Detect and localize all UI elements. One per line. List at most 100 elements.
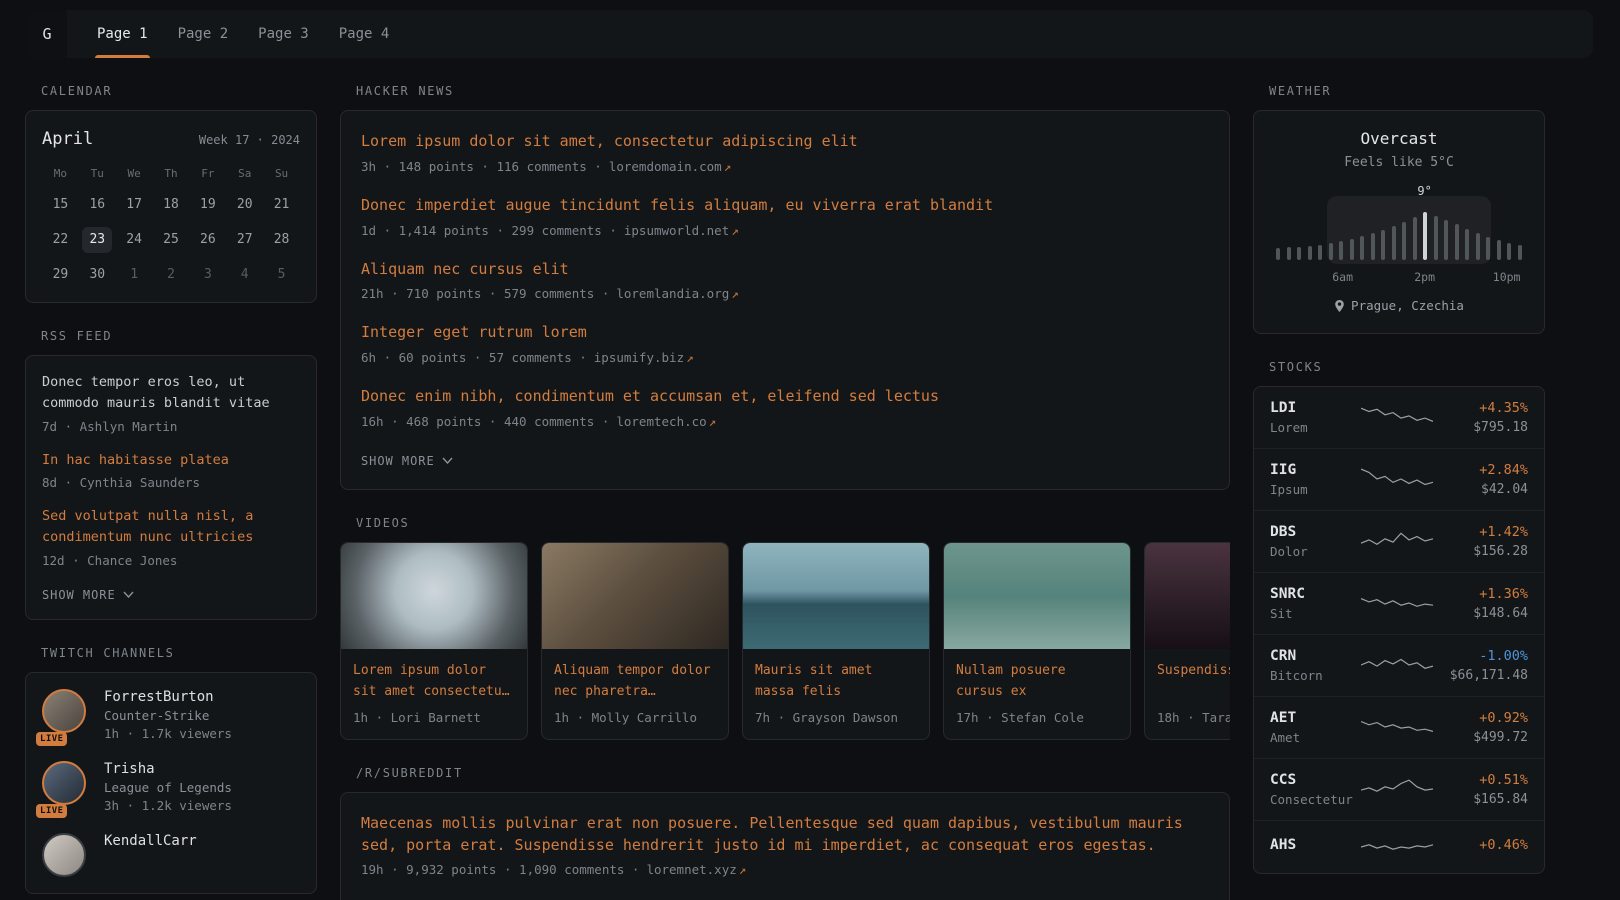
story-meta: 3h · 148 points · 116 comments · loremdom… (361, 159, 1209, 174)
weather-bar (1455, 224, 1459, 260)
post-headline-link[interactable]: Maecenas mollis pulvinar erat non posuer… (361, 813, 1209, 857)
story-domain-link[interactable]: ipsumify.biz↗ (594, 350, 694, 365)
stock-row: CRNBitcorn -1.00%$66,171.48 (1254, 634, 1544, 696)
twitch-channel-link[interactable]: LIVE Trisha League of Legends 3h · 1.2k … (42, 761, 300, 813)
post-domain-link[interactable]: loremnet.xyz↗ (646, 862, 746, 877)
video-title: Nullam posuere cursus ex (944, 649, 1130, 703)
rss-show-more-button[interactable]: SHOW MORE (42, 588, 134, 602)
story-item: Donec imperdiet augue tincidunt felis al… (361, 195, 1209, 238)
rss-item-meta: 8d · Cynthia Saunders (42, 475, 300, 490)
story-headline-link[interactable]: Lorem ipsum dolor sit amet, consectetur … (361, 131, 1209, 153)
video-card-link[interactable]: Lorem ipsum dolor sit amet consectetu… 1… (340, 542, 528, 740)
stock-change: +1.36% (1436, 586, 1528, 602)
calendar-day: 20 (226, 192, 263, 218)
weather-bar (1423, 212, 1427, 260)
stock-row: CCSConsectetur +0.51%$165.84 (1254, 758, 1544, 820)
weather-bar (1465, 229, 1469, 260)
hacker-news-show-more-button[interactable]: SHOW MORE (361, 454, 453, 468)
story-domain-link[interactable]: ipsumworld.net↗ (624, 223, 739, 238)
channel-name: ForrestBurton (104, 689, 232, 705)
story-headline-link[interactable]: Aliquam nec cursus elit (361, 259, 1209, 281)
external-link-icon: ↗ (731, 286, 739, 301)
video-meta: 1h · Molly Carrillo (542, 703, 728, 739)
weather-time-label: 10pm (1493, 270, 1521, 284)
day-header: Mo (42, 165, 79, 183)
header: G Page 1 Page 2 Page 3 Page 4 (27, 10, 1593, 58)
calendar-day: 24 (116, 227, 153, 253)
stock-symbol: IIG (1270, 462, 1358, 478)
stock-symbol: DBS (1270, 524, 1358, 540)
calendar-day: 15 (42, 192, 79, 218)
home-logo[interactable]: G (27, 10, 67, 58)
stock-name: Dolor (1270, 544, 1358, 559)
channel-game: League of Legends (104, 780, 232, 795)
video-thumbnail (542, 543, 728, 649)
video-card-link[interactable]: Aliquam tempor dolor nec pharetra… 1h · … (541, 542, 729, 740)
weather-feels-like: Feels like 5°C (1270, 155, 1528, 170)
channel-avatar-wrap: LIVE (42, 689, 90, 741)
weather-bar (1276, 248, 1280, 260)
hacker-news-section-title: HACKER NEWS (340, 84, 1230, 98)
story-domain-link[interactable]: loremlandia.org↗ (616, 286, 738, 301)
calendar-day: 29 (42, 262, 79, 288)
twitch-channel-link[interactable]: KendallCarr (42, 833, 300, 877)
live-badge: LIVE (36, 804, 67, 818)
show-more-label: SHOW MORE (361, 454, 435, 468)
story-meta-text: 3h · 148 points · 116 comments · (361, 159, 602, 174)
video-card-link[interactable]: Nullam posuere cursus ex 17h · Stefan Co… (943, 542, 1131, 740)
video-card-link[interactable]: Suspendisse diam 18h · Tara (1144, 542, 1230, 740)
video-thumbnail (944, 543, 1130, 649)
story-item: Donec enim nibh, condimentum et accumsan… (361, 386, 1209, 429)
rss-headline-link[interactable]: Sed volutpat nulla nisl, a condimentum n… (42, 506, 300, 549)
rss-headline-link[interactable]: In hac habitasse platea (42, 450, 300, 471)
stock-price: $156.28 (1436, 544, 1528, 559)
weather-bar (1486, 237, 1490, 260)
story-item: Aliquam nec cursus elit 21h · 710 points… (361, 259, 1209, 302)
story-domain: ipsumworld.net (624, 223, 729, 238)
stock-sparkline (1361, 528, 1433, 554)
day-header: Su (263, 165, 300, 183)
stock-symbol: SNRC (1270, 586, 1358, 602)
calendar-day: 18 (153, 192, 190, 218)
tab-page-4[interactable]: Page 4 (337, 10, 392, 58)
story-meta: 21h · 710 points · 579 comments ·loremla… (361, 286, 1209, 301)
tab-bar: Page 1 Page 2 Page 3 Page 4 (95, 10, 391, 58)
location-pin-icon (1334, 299, 1345, 313)
videos-row: Lorem ipsum dolor sit amet consectetu… 1… (340, 542, 1230, 740)
tab-page-2[interactable]: Page 2 (176, 10, 231, 58)
calendar-week-label: Week 17 · 2024 (199, 133, 300, 147)
story-headline-link[interactable]: Donec enim nibh, condimentum et accumsan… (361, 386, 1209, 408)
tab-page-3[interactable]: Page 3 (256, 10, 311, 58)
stock-sparkline (1361, 714, 1433, 740)
weather-location: Prague, Czechia (1334, 298, 1464, 313)
calendar-day-next-month: 4 (226, 262, 263, 288)
story-headline-link[interactable]: Donec imperdiet augue tincidunt felis al… (361, 195, 1209, 217)
channel-avatar (42, 689, 86, 733)
calendar-day: 27 (226, 227, 263, 253)
weather-condition: Overcast (1270, 129, 1528, 148)
middle-column: HACKER NEWS Lorem ipsum dolor sit amet, … (340, 84, 1230, 900)
video-meta: 17h · Stefan Cole (944, 703, 1130, 739)
stock-sparkline (1361, 652, 1433, 678)
calendar-day: 28 (263, 227, 300, 253)
stock-price: $148.64 (1436, 606, 1528, 621)
stock-sparkline (1361, 776, 1433, 802)
story-meta: 1d · 1,414 points · 299 comments ·ipsumw… (361, 223, 1209, 238)
weather-bar (1497, 240, 1501, 260)
tab-page-1[interactable]: Page 1 (95, 10, 150, 58)
stock-name: Sit (1270, 606, 1358, 621)
rss-headline-link[interactable]: Donec tempor eros leo, ut commodo mauris… (42, 372, 300, 415)
video-title: Suspendisse diam (1145, 649, 1230, 703)
twitch-channel-link[interactable]: LIVE ForrestBurton Counter-Strike 1h · 1… (42, 689, 300, 741)
videos-widget: VIDEOS Lorem ipsum dolor sit amet consec… (340, 516, 1230, 740)
story-domain-link[interactable]: loremtech.co↗ (616, 414, 716, 429)
external-link-icon: ↗ (739, 862, 747, 877)
story-headline-link[interactable]: Integer eget rutrum lorem (361, 322, 1209, 344)
video-thumbnail (1145, 543, 1230, 649)
channel-avatar-wrap (42, 833, 90, 877)
calendar-day-next-month: 1 (116, 262, 153, 288)
video-card-link[interactable]: Mauris sit amet massa felis 7h · Grayson… (742, 542, 930, 740)
story-domain-link[interactable]: loremdomain.com↗ (609, 159, 731, 174)
stock-price: $795.18 (1436, 420, 1528, 435)
weather-bar (1350, 239, 1354, 260)
